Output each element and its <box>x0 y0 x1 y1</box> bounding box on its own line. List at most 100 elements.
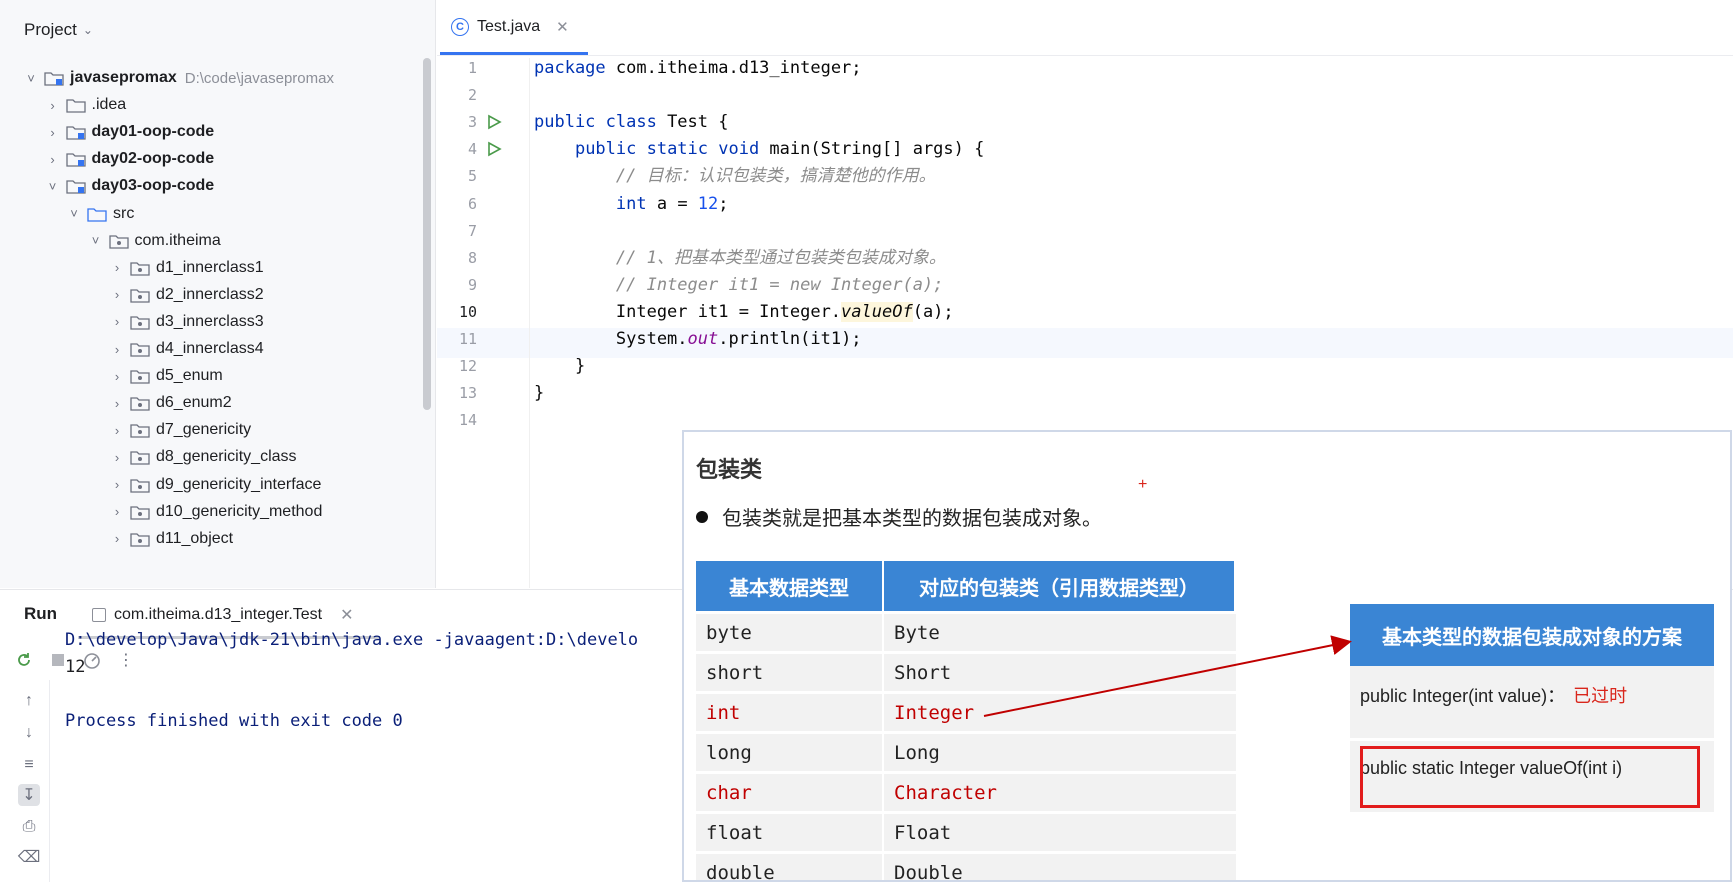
chevron-down-icon[interactable]: ˅ <box>44 179 62 194</box>
code-token: valueOf <box>841 301 913 322</box>
chevron-down-icon[interactable]: ˅ <box>87 233 105 248</box>
project-tool-window: Project ⌄ ˅ javasepromax D:\code\javasepro… <box>0 0 436 588</box>
trash-icon[interactable]: ⌫ <box>18 846 41 868</box>
run-side-toolbar: ↑ ↓ ≡ ↧ ⎙ ⌫ <box>0 680 50 882</box>
module-icon <box>44 70 66 86</box>
run-gutter-icon[interactable] <box>486 141 502 157</box>
wrapper-class-cell: Byte <box>884 614 1236 651</box>
primitive-type-cell: float <box>696 814 884 851</box>
tree-item[interactable]: ˅ javasepromax D:\code\javasepromax <box>22 63 334 93</box>
tree-item[interactable]: › d9_genericity_interface <box>108 470 322 500</box>
tree-item-label: day02-oop-code <box>91 150 215 168</box>
module-icon <box>65 124 88 140</box>
tree-item-label: d8_genericity_class <box>156 448 297 466</box>
chevron-right-icon[interactable]: › <box>44 98 62 113</box>
module-icon <box>65 178 88 195</box>
close-tab-icon[interactable]: ✕ <box>556 18 569 36</box>
rerun-icon[interactable] <box>14 650 34 670</box>
code-token: public class <box>534 112 668 133</box>
run-gutter-icon[interactable] <box>486 114 502 130</box>
print-icon[interactable]: ⎙ <box>18 816 40 838</box>
tree-item[interactable]: › d4_innerclass4 <box>108 334 264 364</box>
line-number: 3 <box>467 113 477 132</box>
tree-item[interactable]: › d10_genericity_method <box>108 497 323 527</box>
folder-icon <box>87 206 109 222</box>
line-number: 14 <box>458 411 477 430</box>
chevron-right-icon[interactable]: › <box>108 450 126 465</box>
wrapper-class-cell: Double <box>884 854 1236 880</box>
tree-item-label: d6_enum2 <box>156 394 232 412</box>
line-number: 8 <box>467 248 477 267</box>
tree-item[interactable]: › .idea <box>44 90 126 120</box>
primitive-type-cell: double <box>696 854 884 880</box>
table-row: byte Byte <box>696 614 1236 651</box>
line-number: 9 <box>467 275 477 294</box>
highlight-box <box>1360 746 1700 808</box>
tree-item[interactable]: ˅ day03-oop-code <box>44 171 214 201</box>
chevron-right-icon[interactable]: › <box>108 477 126 492</box>
table-row: long Long <box>696 734 1236 771</box>
code-line: Integer it1 = Integer.valueOf(a); <box>534 297 954 327</box>
code-line: public static void main(String[] args) { <box>534 134 984 164</box>
project-tree-scrollbar[interactable] <box>423 58 431 410</box>
code-token: Integer it1 = Integer. <box>534 301 842 322</box>
java-class-icon: C <box>451 18 469 36</box>
tree-item[interactable]: › d3_innerclass3 <box>108 307 264 337</box>
run-config-tab[interactable]: com.itheima.d13_integer.Test ✕ <box>92 605 354 625</box>
tree-item[interactable]: › d1_innerclass1 <box>108 253 264 283</box>
chevron-right-icon[interactable]: › <box>108 423 126 438</box>
close-run-tab-icon[interactable]: ✕ <box>340 605 353 625</box>
chevron-right-icon[interactable]: › <box>108 531 126 546</box>
tree-item[interactable]: › d2_innerclass2 <box>108 280 264 310</box>
chevron-right-icon[interactable]: › <box>108 369 126 384</box>
tree-item[interactable]: › d6_enum2 <box>108 388 232 418</box>
code-line: System.out.println(it1); <box>534 324 862 354</box>
line-number: 12 <box>458 357 477 376</box>
tree-item[interactable]: › day02-oop-code <box>44 144 215 174</box>
chevron-right-icon[interactable]: › <box>108 396 126 411</box>
code-token: (a); <box>912 301 954 322</box>
tree-item-label: d1_innerclass1 <box>156 258 264 276</box>
tree-item[interactable]: › d8_genericity_class <box>108 442 297 472</box>
tree-item[interactable]: › d7_genericity <box>108 415 251 445</box>
folder-icon <box>65 97 88 113</box>
package-icon <box>130 395 152 411</box>
wrapper-class-cell: Float <box>884 814 1236 851</box>
project-view-selector[interactable]: Project ⌄ <box>24 20 93 40</box>
chevron-right-icon[interactable]: › <box>108 314 126 329</box>
package-icon <box>130 314 152 330</box>
scroll-up-icon[interactable]: ↑ <box>18 690 40 712</box>
line-number: 13 <box>458 384 477 403</box>
scheme-constructor-text: public Integer(int value)： <box>1360 686 1566 706</box>
chevron-right-icon[interactable]: › <box>44 125 62 140</box>
scheme-title: 基本类型的数据包装成对象的方案 <box>1350 604 1714 666</box>
scroll-down-icon[interactable]: ↓ <box>18 722 40 744</box>
tree-item[interactable]: › d11_object <box>108 524 233 554</box>
chevron-right-icon[interactable]: › <box>108 504 126 519</box>
chevron-down-icon[interactable]: ˅ <box>22 71 40 86</box>
wrapper-class-cell: Character <box>884 774 1236 811</box>
tree-item-label: d7_genericity <box>156 421 252 439</box>
tree-item-label: d4_innerclass4 <box>156 340 264 357</box>
chevron-right-icon[interactable]: › <box>108 342 126 357</box>
tab-test-java[interactable]: C Test.java ✕ <box>451 18 569 36</box>
primitive-type-cell: short <box>696 654 884 691</box>
tree-item[interactable]: ˅ src <box>65 199 134 229</box>
chevron-down-icon[interactable]: ˅ <box>65 206 83 221</box>
chevron-right-icon[interactable]: › <box>44 152 62 167</box>
editor-tab-bar: C Test.java ✕ <box>437 0 1733 56</box>
tree-item[interactable]: › d5_enum <box>108 361 223 391</box>
chevron-right-icon[interactable]: › <box>108 260 126 275</box>
scroll-to-end-icon[interactable]: ↧ <box>18 784 40 806</box>
soft-wrap-icon[interactable]: ≡ <box>18 754 40 776</box>
tree-item[interactable]: ˅ com.itheima <box>87 226 221 256</box>
package-icon <box>130 260 152 276</box>
code-line: int a = 12; <box>534 189 729 219</box>
code-token: // 1、把基本类型通过包装类包装成对象。 <box>615 247 946 268</box>
chevron-right-icon[interactable]: › <box>108 287 126 302</box>
tree-item[interactable]: › day01-oop-code <box>44 117 214 147</box>
